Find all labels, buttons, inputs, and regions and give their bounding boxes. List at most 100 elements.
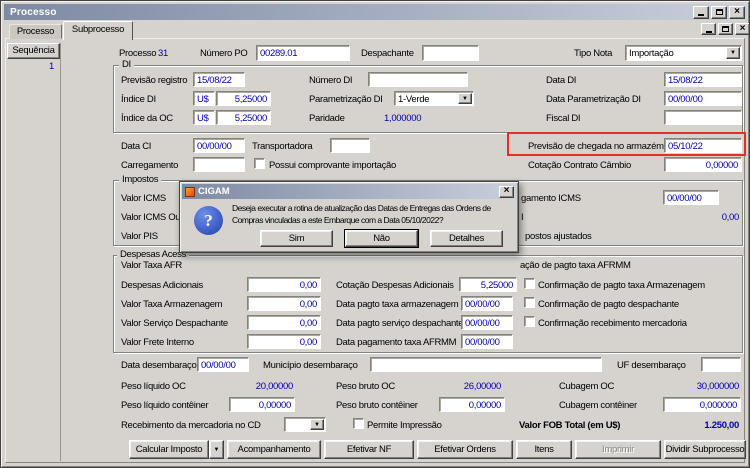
tipo-nota-value: Importação	[629, 48, 674, 59]
cubagem-oc-label: Cubagem OC	[559, 381, 615, 392]
tab-processo[interactable]: Processo	[9, 24, 62, 39]
parametrizacao-di-select[interactable]: 1-Verde ▼	[394, 91, 474, 106]
valor-fob-label: Valor FOB Total (em U$)	[519, 420, 621, 431]
tab-subprocesso[interactable]: Subprocesso	[63, 21, 133, 40]
carregamento-field[interactable]	[193, 157, 245, 172]
sim-button[interactable]: Sim	[260, 230, 333, 247]
pagamento-icms-label: gamento ICMS	[521, 193, 581, 204]
dividir-subprocesso-button[interactable]: Dividir Subprocesso	[664, 440, 746, 459]
data-pagamento-afrmm-field[interactable]: 00/00/00	[461, 334, 513, 349]
transportadora-field[interactable]	[330, 138, 370, 153]
indice-di-moeda-field[interactable]: U$	[193, 91, 215, 106]
minimize-icon[interactable]	[693, 5, 709, 19]
transportadora-label: Transportadora	[252, 141, 313, 152]
valor-servico-despachante-field[interactable]: 0,00	[247, 315, 321, 330]
chevron-down-glyph: ▼	[314, 421, 320, 428]
valor-frete-interno-field[interactable]: 0,00	[247, 334, 321, 349]
data-pagto-armazenagem-field[interactable]: 00/00/00	[461, 296, 513, 311]
peso-bruto-conteiner-label: Peso bruto contêiner	[336, 400, 418, 411]
numero-di-field[interactable]	[368, 72, 468, 87]
despesas-adicionais-field[interactable]: 0,00	[247, 277, 321, 292]
dialog-message-line1: Deseja executar a rotina de atualização …	[232, 203, 491, 213]
tipo-nota-chevron-down-icon[interactable]: ▼	[726, 47, 740, 59]
processo-value: 31	[158, 48, 168, 59]
recebimento-cd-chevron-down-icon[interactable]: ▼	[310, 419, 324, 430]
valor-pis-label: Valor PIS	[121, 231, 158, 242]
cotacao-despesas-label: Cotação Despesas Adicionais	[336, 280, 454, 291]
data-di-label: Data DI	[546, 75, 577, 86]
imprimir-button: Imprimir	[575, 440, 661, 459]
nao-button[interactable]: Não	[345, 230, 418, 247]
uf-desembaraco-field[interactable]	[701, 357, 741, 372]
child-close-glyph: ×	[739, 22, 746, 34]
peso-liquido-conteiner-field[interactable]: 0,00000	[229, 397, 295, 412]
data-desembaraco-field[interactable]: 00/00/00	[197, 357, 249, 372]
parametrizacao-di-value: 1-Verde	[398, 94, 430, 105]
valor-taxa-armazenagem-field[interactable]: 0,00	[247, 296, 321, 311]
acompanhamento-button[interactable]: Acompanhamento	[227, 440, 321, 459]
chevron-down-glyph: ▼	[213, 447, 220, 453]
indice-oc-moeda-field[interactable]: U$	[193, 110, 215, 125]
cotacao-contrato-field[interactable]: 0,00000	[664, 157, 742, 172]
sequencia-column-header[interactable]: Sequência	[7, 43, 60, 59]
peso-liquido-oc-label: Peso líquido OC	[121, 381, 186, 392]
maximize-icon[interactable]	[711, 5, 727, 19]
numero-po-field[interactable]: 00289.01	[256, 45, 350, 61]
parametrizacao-di-chevron-down-icon[interactable]: ▼	[458, 93, 472, 104]
fiscal-di-label: Fiscal DI	[546, 113, 581, 124]
calcular-imposto-button[interactable]: Calcular Imposto	[129, 440, 209, 459]
efetivar-ordens-button[interactable]: Efetivar Ordens	[417, 440, 513, 459]
conf-despachante-checkbox[interactable]	[524, 297, 535, 308]
detalhes-button[interactable]: Detalhes	[430, 230, 503, 247]
despesas-adicionais-label: Despesas Adicionais	[121, 280, 203, 291]
indice-oc-field[interactable]: 5,25000	[216, 110, 271, 125]
sequencia-row[interactable]: 1	[7, 61, 54, 72]
child-maximize-glyph	[722, 26, 729, 32]
calcular-imposto-dropdown-button[interactable]: ▼	[209, 440, 224, 459]
cubagem-conteiner-field[interactable]: 0,000000	[663, 397, 741, 412]
recebimento-cd-select[interactable]: ▼	[284, 417, 326, 432]
data-desembaraco-label: Data desembaraço	[121, 360, 197, 371]
data-pagto-despachante-field[interactable]: 00/00/00	[461, 315, 513, 330]
conf-taxa-armazenagem-checkbox[interactable]	[524, 278, 535, 289]
tipo-nota-select[interactable]: Importação ▼	[625, 45, 742, 61]
conf-recebimento-checkbox[interactable]	[524, 316, 535, 327]
processo-window: Processo × Processo Subprocesso × Sequên…	[0, 0, 750, 468]
peso-bruto-conteiner-field[interactable]: 0,00000	[439, 397, 505, 412]
valor-taxa-afrmm-label: Valor Taxa AFR	[121, 260, 182, 271]
child-minimize-icon[interactable]	[701, 23, 716, 35]
fiscal-di-field[interactable]	[664, 110, 742, 125]
data-ci-field[interactable]: 00/00/00	[193, 138, 245, 153]
despachante-field[interactable]	[422, 45, 479, 61]
uf-desembaraco-label: UF desembaraço	[617, 360, 686, 371]
cubagem-oc-value: 30,000000	[696, 381, 740, 392]
data-di-field[interactable]: 15/08/22	[664, 72, 742, 87]
municipio-desembaraco-field[interactable]	[370, 357, 602, 372]
indice-oc-label: Índice da OC	[121, 113, 173, 124]
permite-impressao-checkbox[interactable]	[353, 418, 364, 429]
close-icon[interactable]: ×	[729, 5, 745, 19]
cotacao-despesas-field[interactable]: 5,25000	[459, 277, 517, 292]
previsao-registro-field[interactable]: 15/08/22	[193, 72, 245, 87]
paridade-value: 1,000000	[384, 113, 422, 124]
data-ci-label: Data CI	[121, 141, 152, 152]
itens-button[interactable]: Itens	[516, 440, 572, 459]
dialog-titlebar: CIGAM ×	[182, 184, 516, 199]
data-parametrizacao-di-field[interactable]: 00/00/00	[664, 91, 742, 106]
dialog-close-icon[interactable]: ×	[499, 185, 514, 198]
valor-icms-outros-label: Valor ICMS Outr	[121, 212, 186, 223]
possui-comprovante-label: Possui comprovante importação	[269, 160, 397, 171]
data-pagto-armazenagem-label: Data pagto taxa armazenagem	[336, 299, 459, 310]
child-close-icon[interactable]: ×	[735, 22, 749, 35]
child-maximize-icon[interactable]	[718, 23, 733, 35]
previsao-chegada-field[interactable]: 05/10/22	[664, 138, 742, 153]
conf-recebimento-label: Confirmação recebimento mercadoria	[538, 318, 687, 329]
child-window-controls: ×	[701, 22, 749, 35]
paridade-label: Paridade	[309, 113, 345, 124]
data-pagto-despachante-label: Data pagto serviço despachante	[336, 318, 464, 329]
efetivar-nf-button[interactable]: Efetivar NF	[324, 440, 414, 459]
pagamento-icms-field[interactable]: 00/00/00	[663, 190, 719, 205]
previsao-chegada-label: Previsão de chegada no armazém	[528, 141, 664, 152]
indice-di-field[interactable]: 5,25000	[216, 91, 271, 106]
possui-comprovante-checkbox[interactable]	[254, 158, 265, 169]
